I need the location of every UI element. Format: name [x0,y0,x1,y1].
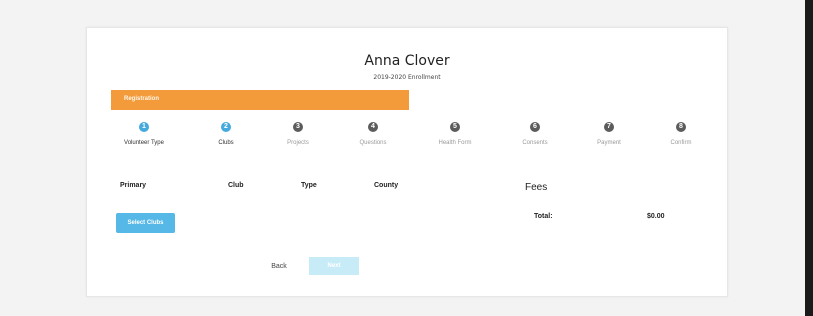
step-health-form[interactable]: 5 Health Form [415,122,495,146]
step-projects[interactable]: 3 Projects [258,122,338,146]
total-label: Total: [534,213,553,220]
column-header-county: County [374,182,399,189]
step-label: Volunteer Type [124,140,164,146]
back-button[interactable]: Back [259,260,299,274]
member-name: Anna Clover [364,53,450,69]
step-number-icon: 6 [530,122,540,132]
select-clubs-button[interactable]: Select Clubs [116,213,175,233]
step-label: Consents [522,140,548,146]
enrollment-year: 2019-2020 Enrollment [373,74,441,81]
step-number-icon: 2 [221,122,231,132]
step-number-icon: 5 [450,122,460,132]
step-number-icon: 1 [139,122,149,132]
step-confirm[interactable]: 8 Confirm [641,122,721,146]
column-header-club: Club [228,182,244,189]
window-edge [805,0,813,316]
step-label: Health Form [438,140,472,146]
step-label: Payment [597,140,621,146]
next-button[interactable]: Next [309,257,359,275]
progress-label: Registration [124,96,160,102]
progress-bar: Registration [111,90,409,110]
step-volunteer-type[interactable]: 1 Volunteer Type [104,122,184,146]
total-value: $0.00 [647,213,665,220]
column-header-primary: Primary [120,182,147,189]
column-header-type: Type [301,182,317,189]
step-label: Questions [359,140,387,146]
step-number-icon: 3 [293,122,303,132]
step-questions[interactable]: 4 Questions [333,122,413,146]
step-number-icon: 7 [604,122,614,132]
step-number-icon: 8 [676,122,686,132]
step-label: Confirm [670,140,692,146]
step-consents[interactable]: 6 Consents [495,122,575,146]
enrollment-card: Anna Clover 2019-2020 Enrollment Registr… [86,27,728,297]
fees-heading: Fees [525,182,548,193]
step-label: Clubs [218,140,234,146]
step-clubs[interactable]: 2 Clubs [186,122,266,146]
step-number-icon: 4 [368,122,378,132]
step-label: Projects [287,140,309,146]
step-payment[interactable]: 7 Payment [569,122,649,146]
